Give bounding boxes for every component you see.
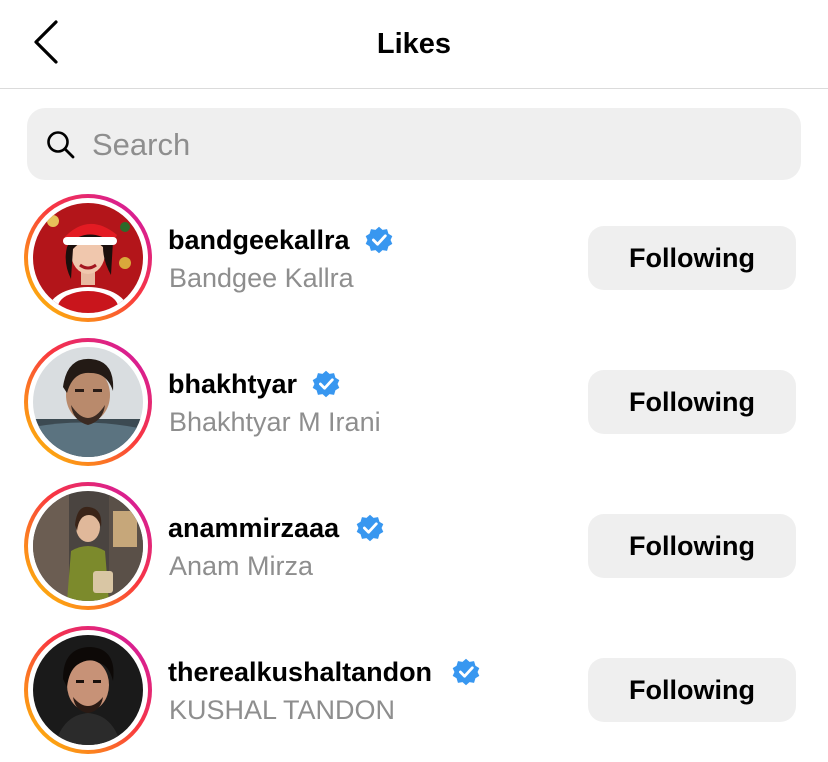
following-button[interactable]: Following — [588, 658, 796, 722]
verified-badge-icon — [365, 226, 393, 254]
avatar — [33, 635, 143, 745]
verified-badge-icon — [312, 370, 340, 398]
avatar — [33, 347, 143, 457]
username[interactable]: anammirzaaa — [168, 512, 339, 544]
search-icon — [47, 131, 75, 159]
header: Likes — [0, 0, 828, 89]
full-name: KUSHAL TANDON — [169, 695, 396, 725]
following-button[interactable]: Following — [588, 370, 796, 434]
story-ring[interactable] — [24, 338, 152, 466]
username[interactable]: bhakhtyar — [168, 368, 297, 400]
username[interactable]: therealkushaltandon — [168, 656, 432, 688]
story-ring[interactable] — [24, 194, 152, 322]
full-name: Anam Mirza — [169, 551, 314, 581]
avatar — [33, 491, 143, 601]
page-title: Likes — [376, 28, 452, 60]
search-input[interactable] — [92, 125, 772, 165]
full-name: Bhakhtyar M Irani — [169, 407, 381, 437]
list-item[interactable]: anammirzaaa Anam Mirza Following — [0, 474, 828, 618]
avatar — [33, 203, 143, 313]
list-item[interactable]: bandgeekallra Bandgee Kallra Following — [0, 186, 828, 330]
verified-badge-icon — [452, 658, 480, 686]
following-button[interactable]: Following — [588, 514, 796, 578]
list-item[interactable]: therealkushaltandon KUSHAL TANDON Follow… — [0, 618, 828, 762]
following-button[interactable]: Following — [588, 226, 796, 290]
story-ring[interactable] — [24, 626, 152, 754]
list-item[interactable]: bhakhtyar Bhakhtyar M Irani Following — [0, 330, 828, 474]
username[interactable]: bandgeekallra — [168, 224, 350, 256]
verified-badge-icon — [356, 514, 384, 542]
story-ring[interactable] — [24, 482, 152, 610]
full-name: Bandgee Kallra — [169, 263, 354, 293]
